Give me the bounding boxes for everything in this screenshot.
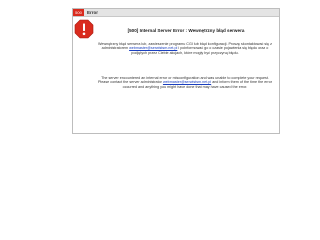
title-bar: 500 Error: [73, 9, 279, 17]
error-octagon-icon: [74, 19, 94, 39]
admin-email-link-en[interactable]: webmaster@serwistsm.net.pl: [163, 80, 211, 84]
error-code-badge: 500: [73, 9, 84, 16]
english-message: The server encountered an internal error…: [97, 76, 273, 89]
window-title: Error: [87, 10, 99, 15]
error-panel: 500 Error [500] Internal Server Error : …: [72, 8, 280, 134]
polish-message: Wewnętrzny błąd serwera lub, zawieszenie…: [97, 42, 273, 55]
admin-email-link-pl[interactable]: webmaster@serwistsm.net.pl: [129, 46, 177, 50]
error-heading: [500] Internal Server Error : Wewnętrzny…: [127, 28, 245, 33]
